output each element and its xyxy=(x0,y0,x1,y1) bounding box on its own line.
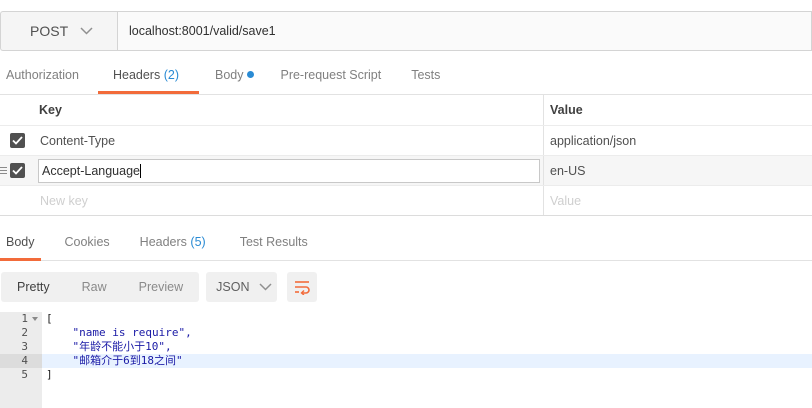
tab-body[interactable]: Body xyxy=(209,58,261,94)
tab-tests[interactable]: Tests xyxy=(405,58,446,94)
header-value-cell[interactable]: application/json xyxy=(544,126,812,155)
code-line: 2 "name is require", xyxy=(0,326,812,340)
code-text: [ xyxy=(46,312,53,325)
tab-label: Authorization xyxy=(6,68,79,82)
response-tabs: Body Cookies Headers (5) Test Results xyxy=(0,225,812,261)
tab-label: Tests xyxy=(411,68,441,82)
value-column-header: Value xyxy=(550,103,583,117)
row-enable-checkbox[interactable] xyxy=(9,163,25,178)
url-input[interactable]: localhost:8001/valid/save1 xyxy=(117,11,812,51)
response-headers-count-badge: (5) xyxy=(190,235,206,249)
table-row: Content-Type application/json xyxy=(0,126,812,156)
tab-test-results[interactable]: Test Results xyxy=(234,225,314,261)
url-bar: POST localhost:8001/valid/save1 xyxy=(0,11,812,51)
tab-label: Body xyxy=(214,68,244,82)
raw-button[interactable]: Raw xyxy=(66,272,123,302)
header-key-text: Accept-Language xyxy=(42,163,140,178)
url-text: localhost:8001/valid/save1 xyxy=(129,24,276,38)
tab-authorization[interactable]: Authorization xyxy=(0,58,85,94)
new-key-input[interactable]: New key xyxy=(34,186,544,215)
tab-label: Cookies xyxy=(64,235,110,249)
check-icon xyxy=(11,166,23,175)
wrap-lines-icon xyxy=(295,280,310,295)
header-key-cell[interactable]: Content-Type xyxy=(34,126,544,155)
line-number: 3 xyxy=(21,340,28,353)
fold-arrow-icon[interactable] xyxy=(31,315,39,323)
text-caret xyxy=(140,163,141,178)
code-text: ] xyxy=(46,368,53,381)
tab-label: Headers xyxy=(112,68,161,82)
code-line: 3 "年龄不能小于10", xyxy=(0,340,812,354)
chevron-down-icon xyxy=(80,27,93,35)
tab-label: Test Results xyxy=(239,235,308,249)
response-body-editor[interactable]: 1 [ 2 "name is require", 3 "年龄不能小于10", 4… xyxy=(0,312,812,408)
code-text: "name is require", xyxy=(46,326,192,339)
body-indicator-dot xyxy=(247,71,255,78)
code-text: "邮箱介于6到18之间" xyxy=(46,354,183,367)
pretty-button[interactable]: Pretty xyxy=(1,272,66,302)
row-enable-checkbox[interactable] xyxy=(9,133,25,148)
tab-headers[interactable]: Headers (2) xyxy=(97,58,200,94)
tab-pre-request-script[interactable]: Pre-request Script xyxy=(274,58,387,94)
method-select[interactable]: POST xyxy=(0,11,117,51)
format-label: JSON xyxy=(216,279,250,294)
check-icon xyxy=(11,136,23,145)
table-row-new: New key Value xyxy=(0,186,812,216)
headers-table: Key Value Content-Type application/json … xyxy=(0,94,812,216)
tab-label: Pre-request Script xyxy=(280,68,382,82)
key-column-header: Key xyxy=(34,95,544,125)
request-tabs: Authorization Headers (2) Body Pre-reque… xyxy=(0,58,812,94)
line-number: 1 xyxy=(21,312,28,325)
table-header-row: Key Value xyxy=(0,95,812,126)
format-select[interactable]: JSON xyxy=(206,271,278,302)
header-value-cell[interactable]: en-US xyxy=(544,156,812,185)
tab-label: Body xyxy=(6,235,35,249)
row-check-cell xyxy=(0,126,34,155)
headers-count-badge: (2) xyxy=(163,68,179,82)
tab-response-body[interactable]: Body xyxy=(0,225,41,261)
line-number: 2 xyxy=(21,326,28,339)
code-line: 5 ] xyxy=(0,368,812,382)
preview-button[interactable]: Preview xyxy=(123,272,199,302)
line-number: 4 xyxy=(21,354,28,367)
table-row: Accept-Language en-US xyxy=(0,156,812,186)
drag-handle-icon[interactable] xyxy=(0,167,7,175)
view-mode-selector: Pretty Raw Preview xyxy=(1,271,200,302)
line-number: 5 xyxy=(21,368,28,381)
response-toolbar: Pretty Raw Preview JSON xyxy=(1,271,318,302)
code-line-highlighted: 4 "邮箱介于6到18之间" xyxy=(0,354,812,368)
header-key-input[interactable]: Accept-Language xyxy=(38,158,540,183)
tab-label: Headers xyxy=(139,235,187,249)
method-label: POST xyxy=(30,23,69,39)
row-check-cell xyxy=(0,186,34,215)
header-check-spacer xyxy=(0,95,34,125)
wrap-lines-button[interactable] xyxy=(287,271,318,302)
new-value-input[interactable]: Value xyxy=(544,186,812,215)
header-key-cell: Accept-Language xyxy=(34,156,544,185)
tab-cookies[interactable]: Cookies xyxy=(59,225,116,261)
chevron-down-icon xyxy=(259,282,273,291)
tab-response-headers[interactable]: Headers (5) xyxy=(134,225,212,261)
code-line: 1 [ xyxy=(0,312,812,326)
code-text: "年龄不能小于10", xyxy=(46,340,172,353)
section-divider xyxy=(0,215,812,216)
